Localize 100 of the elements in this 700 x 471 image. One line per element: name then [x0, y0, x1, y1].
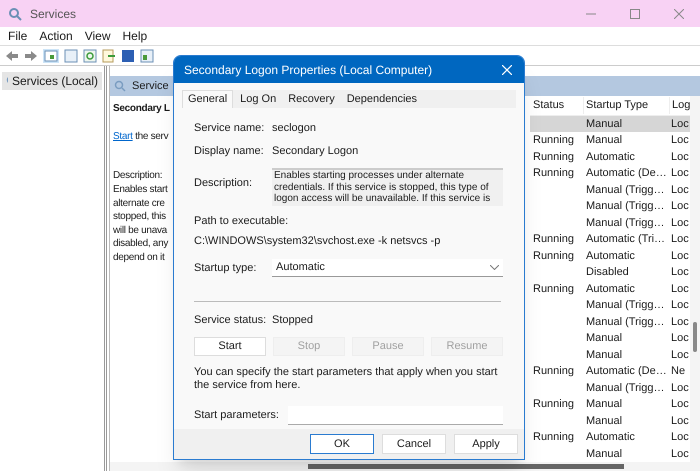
horizontal-scrollbar[interactable] [110, 462, 700, 471]
menu-item[interactable]: File [8, 27, 28, 45]
table-cell-text: Manual [585, 397, 624, 412]
table-cell-text: Automatic [585, 150, 636, 164]
table-cell-text: Running [532, 282, 575, 296]
path-text: C:\WINDOWS\system32\svchost.exe -k netsvcs -p [194, 234, 442, 248]
table-cell-text: Running [532, 232, 575, 247]
table-cell-text: Disabled [585, 265, 630, 280]
table-cell-text: Running [532, 248, 575, 264]
table-cell-text: Loc [670, 133, 690, 148]
tab[interactable]: General [182, 90, 234, 108]
table-cell-text: Manual (Trigg… [585, 314, 666, 330]
table-cell-text: Loc [670, 232, 690, 247]
table-cell-text: Running [532, 166, 575, 181]
field-label: Description: [194, 176, 254, 191]
dialog-title: Secondary Logon Properties (Local Computer) [184, 62, 434, 78]
hint-text: You can specify the start parameters that apply when you start the service from here. [194, 366, 498, 392]
column-header[interactable]: Startup Type [583, 97, 669, 114]
menu-item[interactable]: Help [122, 27, 148, 45]
table-cell-text: Loc [670, 265, 690, 280]
table-row[interactable]: Manual Loc [530, 116, 690, 132]
service-title: Secondary L [113, 102, 170, 116]
tab[interactable]: Log On [235, 90, 282, 108]
table-cell-text: Loc [670, 380, 690, 396]
table-cell-text: Manual (Trigg… [585, 216, 666, 230]
table-cell-text: Ne [670, 364, 686, 379]
table-cell-text: Automatic [585, 430, 636, 445]
properties-icon[interactable] [64, 48, 78, 62]
table-cell-text: Running [532, 364, 575, 379]
field-label: Service name: [194, 121, 266, 136]
table-cell-text: Manual [585, 446, 624, 462]
tab[interactable]: Recovery [283, 90, 340, 108]
table-cell-text: Running [532, 397, 575, 412]
table-cell-text: Running [532, 430, 575, 445]
description-text: Enables start alternate cre stopped, this will be unava disabled, any depend on it [113, 183, 168, 264]
scrollbar-thumb[interactable] [693, 322, 697, 352]
maximize-icon[interactable] [630, 8, 640, 18]
back-arrow-icon[interactable] [5, 50, 19, 62]
service-control-button[interactable]: Start [194, 336, 266, 356]
forward-arrow-icon[interactable] [24, 50, 38, 62]
menu-item[interactable]: Action [39, 27, 73, 45]
dialog-button[interactable]: Apply [454, 434, 518, 454]
vertical-scrollbar[interactable] [690, 96, 700, 462]
field-label: Path to executable: [194, 214, 290, 229]
table-cell-text: Loc [670, 166, 690, 181]
table-cell-text: Loc [670, 248, 690, 264]
console-icon[interactable] [140, 48, 154, 62]
close-icon[interactable] [674, 8, 684, 18]
table-cell-text: Loc [670, 150, 690, 164]
table-cell-text: Automatic [585, 248, 636, 264]
table-cell-text: Manual [585, 133, 624, 148]
table-cell-text: Running [532, 150, 575, 164]
start-parameters-field[interactable] [288, 406, 503, 424]
field-value: Secondary Logon [272, 144, 358, 158]
field-label: Display name: [194, 144, 265, 158]
field-value: seclogon [272, 121, 316, 136]
export-icon[interactable] [102, 48, 116, 62]
dialog-button[interactable]: Cancel [382, 434, 446, 454]
table-cell-text: Loc [670, 182, 690, 198]
table-cell-text: Manual (Trigg… [585, 298, 666, 313]
start-link[interactable]: Start [113, 131, 133, 142]
startup-type-dropdown[interactable]: Automatic [272, 259, 503, 277]
table-cell-text: Loc [670, 446, 690, 462]
table-cell-text: Manual [585, 414, 624, 428]
table-cell-text: Loc [670, 397, 690, 412]
dialog-button[interactable]: OK [310, 434, 374, 454]
table-cell-text: Automatic (De… [585, 364, 668, 379]
table-cell-text: Loc [670, 216, 690, 230]
table-cell-text: Running [532, 133, 575, 148]
table-cell-text: Loc [670, 348, 690, 362]
table-cell-text: Loc [670, 282, 690, 296]
table-cell-text: Manual [585, 348, 624, 362]
table-cell-text: Manual (Trigg… [585, 182, 666, 198]
field-label: Start parameters: [194, 408, 280, 423]
table-cell-text: Loc [670, 298, 690, 313]
table-cell-text: Loc [670, 331, 690, 346]
table-cell-text: Manual (Trigg… [585, 199, 666, 214]
field-label: Service status: [194, 313, 268, 328]
table-cell-text: Manual (Trigg… [585, 380, 666, 396]
field-value: Stopped [272, 313, 313, 328]
menu-item[interactable]: View [84, 27, 110, 45]
column-header[interactable]: Status [530, 97, 583, 114]
start-sentence: Start the serv [113, 130, 168, 144]
scrollbar-thumb[interactable] [308, 464, 624, 469]
description-box: Enables starting processes under alternate credentials. If this service is stopped, this type of logon access will be unavailable. If this service is [272, 168, 503, 206]
table-cell-text: Loc [670, 414, 690, 428]
tab[interactable]: Dependencies [342, 90, 422, 108]
table-cell-text: Manual [585, 116, 624, 132]
tree-item[interactable]: Services (Local) [2, 72, 102, 90]
table-cell-text: Automatic [585, 282, 636, 296]
pane-icon[interactable] [43, 48, 59, 62]
window-title: Services [30, 6, 76, 22]
description-label: Description: [113, 169, 162, 183]
pane-title: Service [132, 78, 169, 94]
table-cell-text: Loc [670, 116, 690, 132]
field-label: Startup type: [194, 260, 258, 276]
table-cell-text: Automatic (De… [585, 166, 668, 181]
refresh-icon[interactable] [83, 48, 97, 62]
table-cell-text: Loc [670, 314, 690, 330]
table-cell-text: Manual [585, 331, 624, 346]
